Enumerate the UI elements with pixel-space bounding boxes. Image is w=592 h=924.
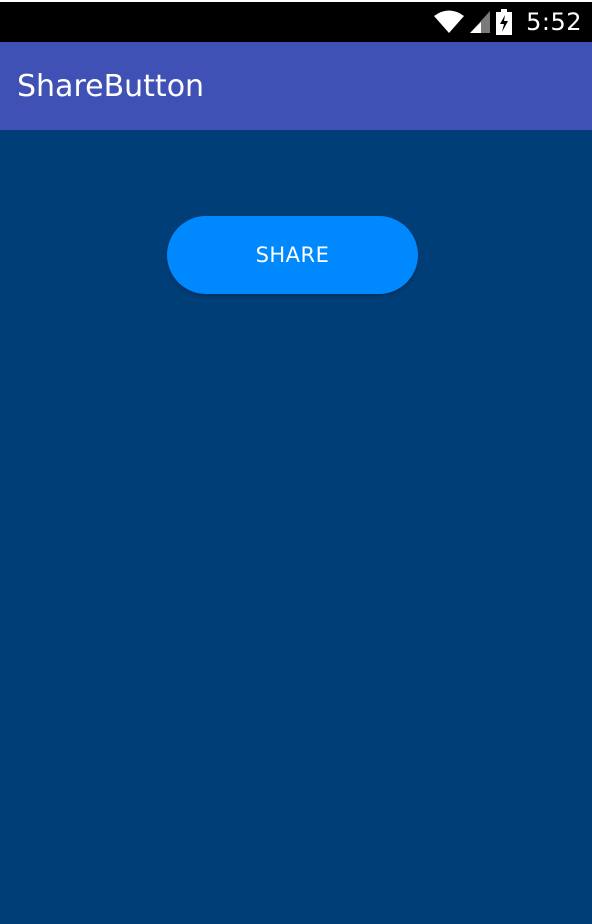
main-content: SHARE: [0, 130, 592, 924]
wifi-icon: [434, 10, 465, 34]
app-bar: ShareButton: [0, 42, 592, 130]
screen: 5:52 ShareButton SHARE: [0, 0, 592, 924]
share-button[interactable]: SHARE: [167, 216, 418, 294]
battery-charging-icon: [496, 9, 513, 35]
status-icons: 5:52: [434, 2, 582, 42]
status-clock: 5:52: [526, 8, 582, 36]
status-bar: 5:52: [0, 0, 592, 42]
cellular-signal-icon: [470, 11, 491, 33]
app-title: ShareButton: [17, 68, 205, 104]
